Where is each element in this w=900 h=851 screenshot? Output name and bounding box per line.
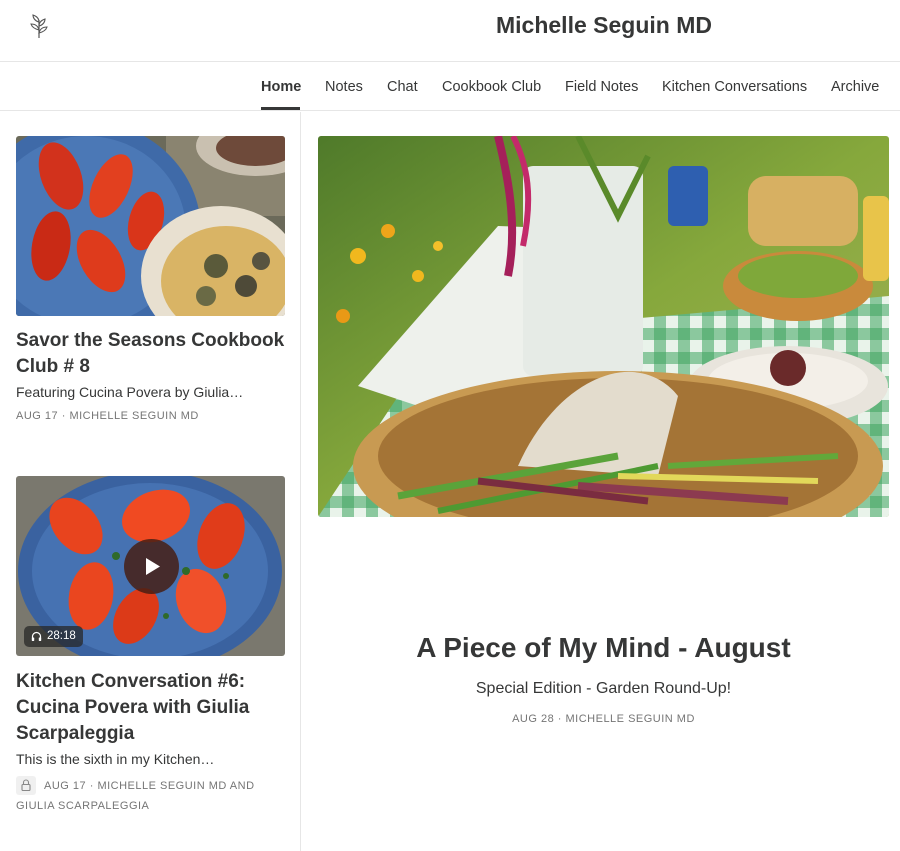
duration-text: 28:18 xyxy=(47,630,76,642)
featured-post-meta: AUG 28 · MICHELLE SEGUIN MD xyxy=(318,710,889,728)
play-button[interactable] xyxy=(124,539,179,594)
meta-separator: · xyxy=(61,410,66,422)
featured-post-date: AUG 28 xyxy=(512,713,555,725)
nav-item-kitchen-conversations[interactable]: Kitchen Conversations xyxy=(662,79,807,95)
post-subtitle: Featuring Cucina Povera by Giulia… xyxy=(16,384,244,400)
nav-item-chat[interactable]: Chat xyxy=(387,79,418,95)
audio-duration-badge: 28:18 xyxy=(24,626,83,647)
nav-item-cookbook-club[interactable]: Cookbook Club xyxy=(442,79,541,95)
site-header: Michelle Seguin MD xyxy=(0,0,900,62)
podcast-guest[interactable]: GIULIA SCARPALEGGIA xyxy=(16,800,149,812)
headphones-icon xyxy=(31,631,42,641)
meta-separator: · xyxy=(557,713,562,725)
featured-post-subtitle: Special Edition - Garden Round-Up! xyxy=(475,680,732,697)
site-title[interactable]: Michelle Seguin MD xyxy=(496,12,712,39)
nav-item-archive[interactable]: Archive xyxy=(831,79,879,95)
post-thumbnail[interactable] xyxy=(16,136,285,316)
nav-item-home[interactable]: Home xyxy=(261,79,301,95)
lock-icon xyxy=(21,779,31,792)
play-icon xyxy=(146,558,160,575)
stuffed-peppers-photo xyxy=(16,136,285,316)
post-meta: AUG 17 · MICHELLE SEGUIN MD xyxy=(16,406,199,426)
paywall-lock-badge xyxy=(16,776,36,795)
featured-post-author[interactable]: MICHELLE SEGUIN MD xyxy=(566,713,695,725)
featured-post-title[interactable]: A Piece of My Mind - August xyxy=(318,632,889,664)
podcast-thumbnail[interactable]: 28:18 xyxy=(16,476,285,656)
active-tab-indicator xyxy=(261,107,300,110)
post-author[interactable]: MICHELLE SEGUIN MD xyxy=(69,410,198,422)
podcast-title[interactable]: Kitchen Conversation #6: Cucina Povera w… xyxy=(16,669,288,747)
podcast-author[interactable]: MICHELLE SEGUIN MD AND xyxy=(97,780,254,792)
post-title[interactable]: Savor the Seasons Cookbook Club # 8 xyxy=(16,328,288,380)
podcast-date: AUG 17 xyxy=(44,780,87,792)
post-date: AUG 17 xyxy=(16,410,59,422)
podcast-meta: AUG 17 · MICHELLE SEGUIN MD AND xyxy=(44,776,255,796)
main-nav: Home Notes Chat Cookbook Club Field Note… xyxy=(0,63,900,111)
garden-harvest-photo xyxy=(318,136,889,517)
featured-post-image[interactable] xyxy=(318,136,889,517)
nav-item-field-notes[interactable]: Field Notes xyxy=(565,79,638,95)
meta-separator: · xyxy=(89,780,94,792)
leaf-sprig-icon[interactable] xyxy=(26,12,52,40)
post-list: Savor the Seasons Cookbook Club # 8 Feat… xyxy=(0,112,301,851)
podcast-subtitle: This is the sixth in my Kitchen… xyxy=(16,751,215,767)
nav-item-notes[interactable]: Notes xyxy=(325,79,363,95)
podcast-meta-line2: GIULIA SCARPALEGGIA xyxy=(16,796,149,816)
